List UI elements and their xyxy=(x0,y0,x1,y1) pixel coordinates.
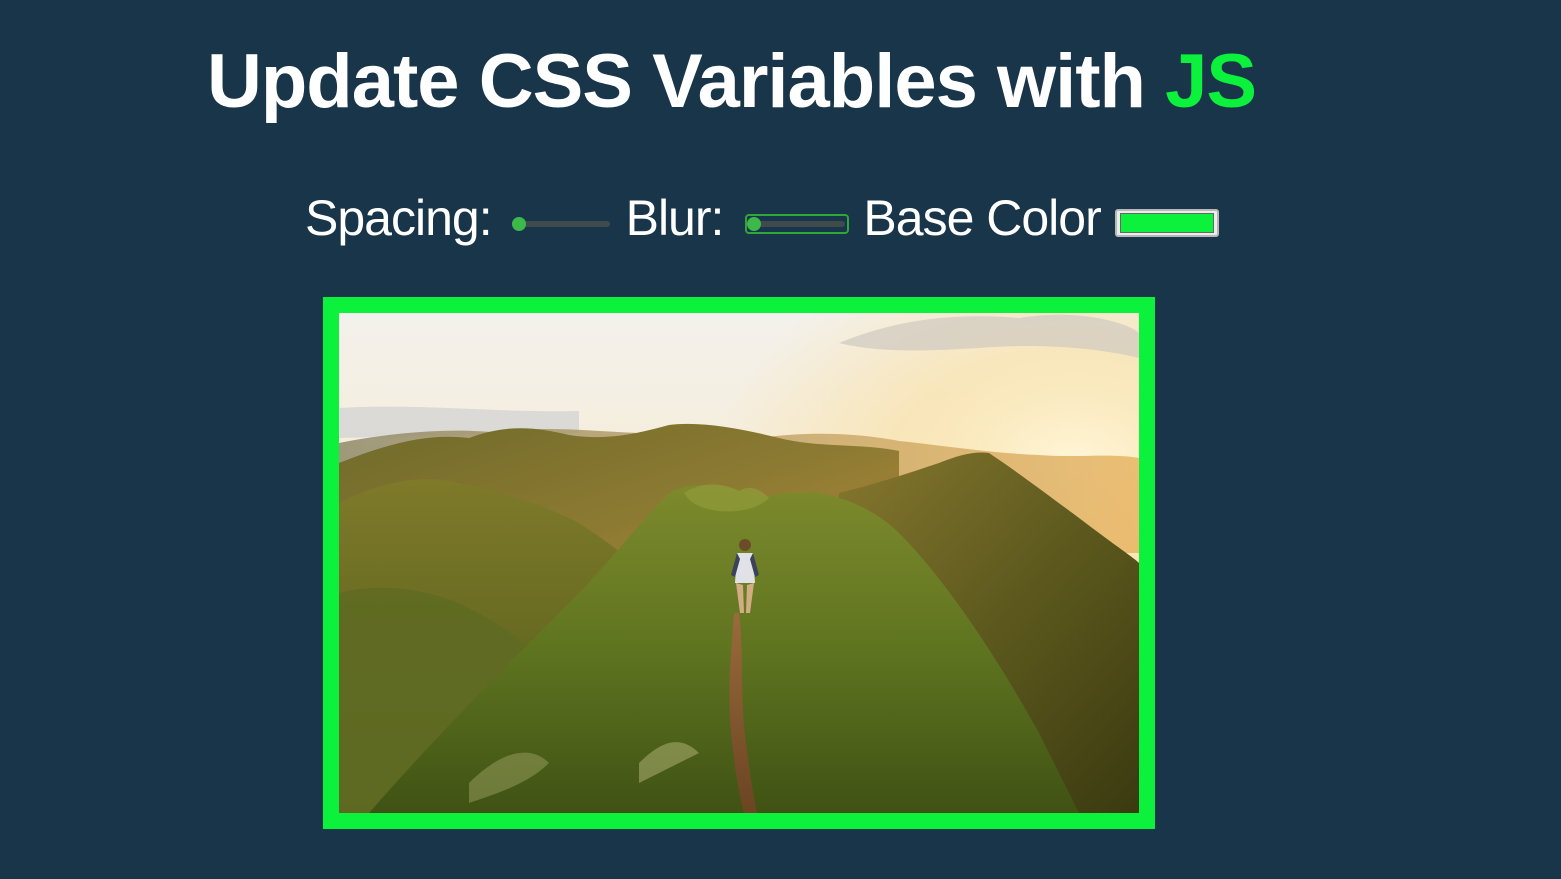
controls-bar: Spacing: Blur: Base Color xyxy=(305,186,1219,250)
title-highlight: JS xyxy=(1165,39,1257,124)
landscape-photo xyxy=(339,313,1139,813)
title-text: Update CSS Variables with xyxy=(207,39,1166,124)
spacing-label: Spacing: xyxy=(305,190,493,246)
base-color-picker[interactable] xyxy=(1114,209,1219,237)
base-color-swatch xyxy=(1119,213,1214,233)
page-title: Update CSS Variables with JS xyxy=(207,36,1257,128)
base-color-label: Base Color xyxy=(863,190,1101,246)
photo-frame xyxy=(323,297,1155,829)
blur-slider-thumb[interactable] xyxy=(747,217,762,231)
spacing-slider[interactable] xyxy=(511,214,610,234)
blur-label: Blur: xyxy=(625,190,725,246)
spacing-slider-thumb[interactable] xyxy=(511,217,526,231)
spacing-slider-track xyxy=(511,221,610,227)
page: Update CSS Variables with JS Spacing: Bl… xyxy=(0,0,1561,879)
blur-slider[interactable] xyxy=(745,214,850,234)
blur-slider-track xyxy=(749,221,846,227)
